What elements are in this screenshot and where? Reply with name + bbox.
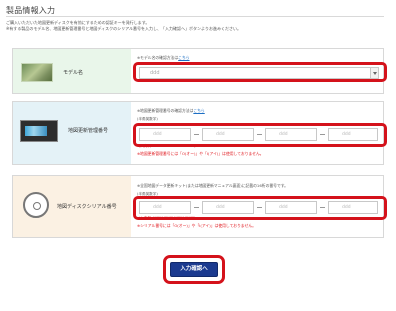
model-note: ※モデル名の確認方法はこちら [137, 55, 190, 60]
serial-label: 地図ディスクシリアル番号 [57, 204, 117, 210]
disc-icon [23, 192, 49, 218]
map-update-format-note: (半角英数字) [137, 117, 158, 121]
map-update-fields-highlight [133, 123, 387, 147]
serial-fields-highlight [133, 196, 387, 220]
car-navigation-photo [21, 63, 53, 82]
intro-text: ご購入いただいた地図更新ディスクを有効にするための認証キーを発行します。 ※有す… [6, 20, 241, 31]
map-update-help-link[interactable]: こちら [193, 108, 204, 113]
model-help-link[interactable]: こちら [178, 55, 189, 60]
map-update-error: ※地図更新管理番号には「O(オー)」や「I(アイ)」は使用しておりません。 [137, 151, 264, 156]
model-select-highlight [133, 62, 387, 82]
model-label: モデル名 [63, 70, 84, 76]
serial-label-box: 地図ディスクシリアル番号 [13, 176, 131, 237]
serial-note: ※全国地図データ更新キット(または地図更新マニュアル裏面)に記載の16桁の番号で… [137, 183, 288, 188]
map-update-label-box: 地図更新管理番号 [13, 102, 131, 164]
serial-error: ※シリアル番号には「O(オー)」や「I(アイ)」は使用しておりません。 [137, 223, 256, 228]
confirm-button[interactable]: 入力確認へ [170, 262, 218, 277]
model-note-text: ※モデル名の確認方法は [137, 55, 179, 60]
map-update-label: 地図更新管理番号 [68, 128, 109, 134]
model-label-box: モデル名 [13, 49, 131, 93]
map-update-note: ※地図更新管理番号の確認方法はこちら [137, 108, 205, 113]
map-update-note-text: ※地図更新管理番号の確認方法は [137, 108, 194, 113]
navigation-screen-photo [20, 120, 58, 142]
title-divider [6, 16, 384, 17]
page-title: 製品情報入力 [6, 6, 56, 15]
